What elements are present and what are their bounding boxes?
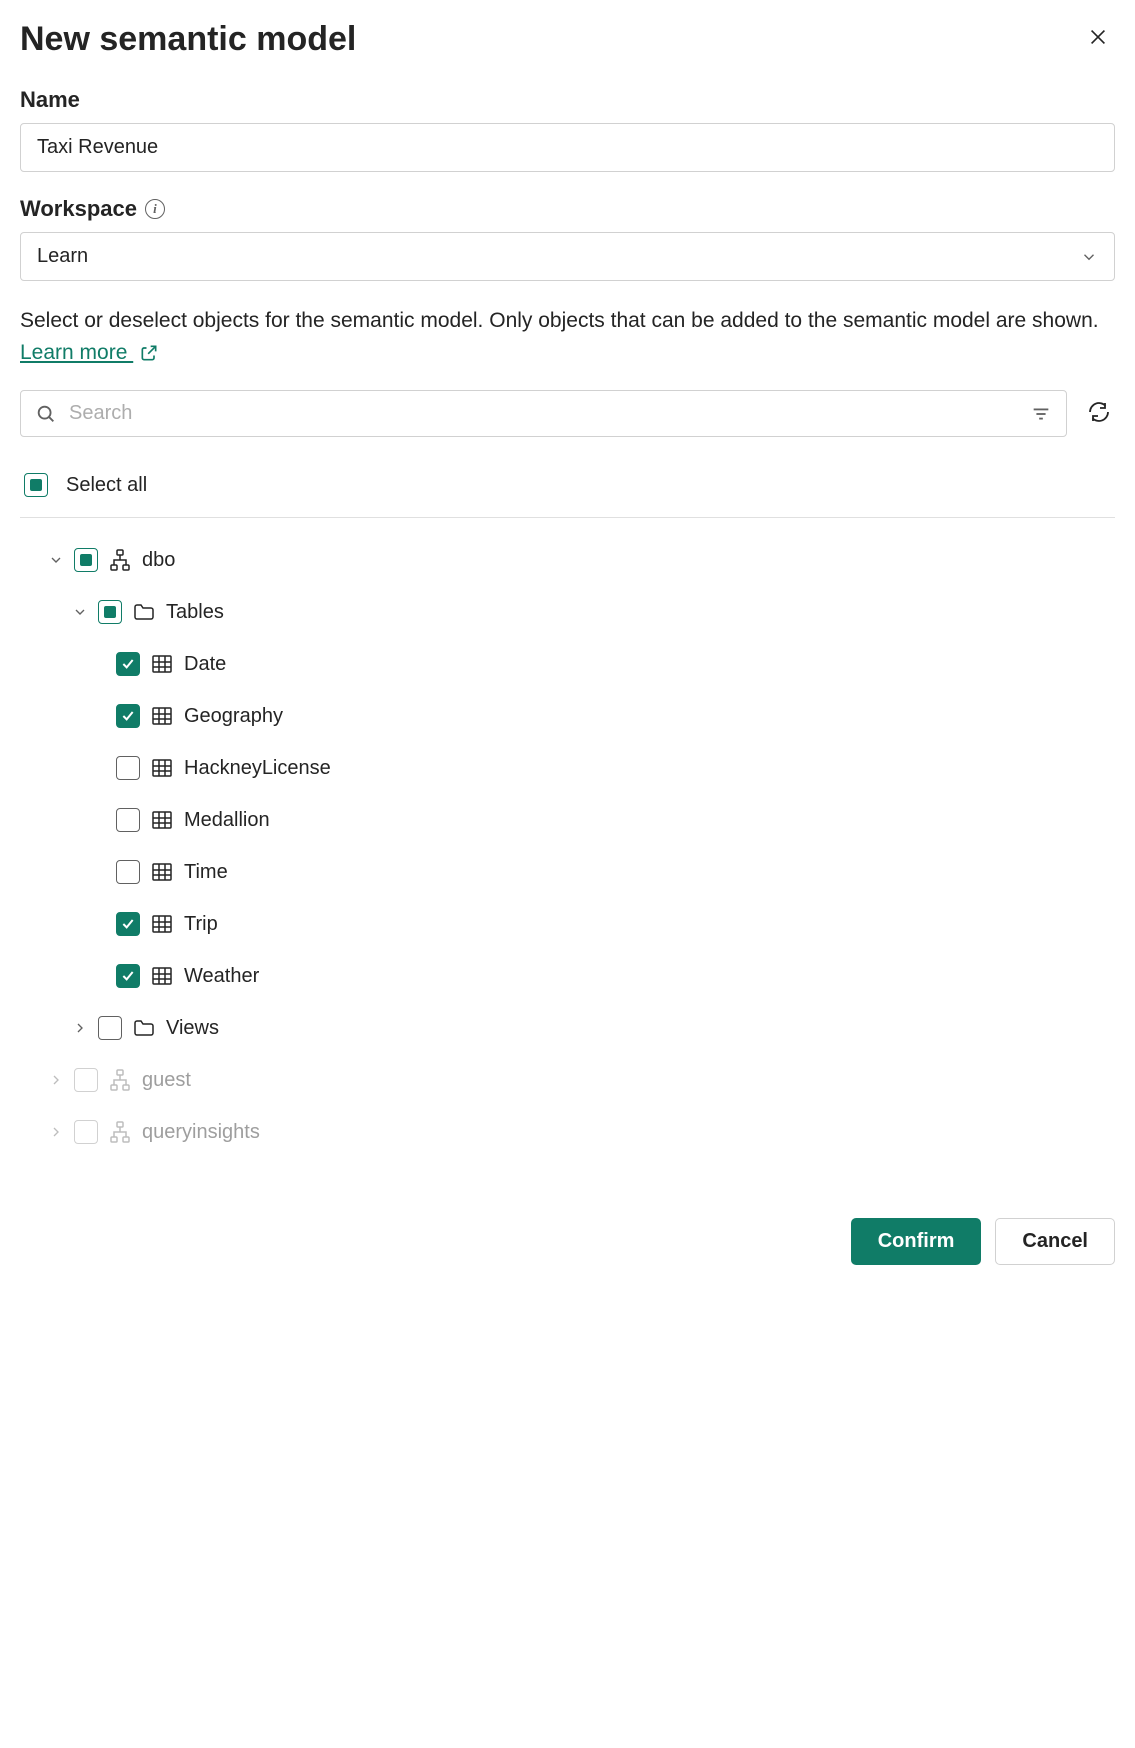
checkbox-table[interactable] xyxy=(116,756,140,780)
tree-node-queryinsights[interactable]: queryinsights xyxy=(20,1106,1115,1158)
table-icon xyxy=(150,860,174,884)
description-text: Select or deselect objects for the seman… xyxy=(20,305,1115,368)
tree-label: Views xyxy=(166,1017,219,1040)
schema-icon xyxy=(108,548,132,572)
checkbox-dbo[interactable] xyxy=(74,548,98,572)
confirm-button[interactable]: Confirm xyxy=(851,1218,982,1265)
select-all-checkbox[interactable] xyxy=(24,473,48,497)
checkbox-table[interactable] xyxy=(116,860,140,884)
table-icon xyxy=(150,704,174,728)
workspace-select[interactable]: Learn xyxy=(20,232,1115,281)
search-input[interactable] xyxy=(67,401,1020,426)
workspace-value: Learn xyxy=(37,245,88,268)
table-icon xyxy=(150,756,174,780)
tree-node-table[interactable]: Weather xyxy=(20,950,1115,1002)
table-icon xyxy=(150,912,174,936)
tree-label: Tables xyxy=(166,601,224,624)
folder-icon xyxy=(132,600,156,624)
tree-label: Time xyxy=(184,861,228,884)
tree-label: Weather xyxy=(184,965,259,988)
checkbox-views[interactable] xyxy=(98,1016,122,1040)
learn-more-link[interactable]: Learn more xyxy=(20,341,133,364)
tree-node-table[interactable]: HackneyLicense xyxy=(20,742,1115,794)
table-icon xyxy=(150,652,174,676)
checkbox-table[interactable] xyxy=(116,808,140,832)
folder-icon xyxy=(132,1016,156,1040)
schema-icon xyxy=(108,1068,132,1092)
tree-label: HackneyLicense xyxy=(184,757,331,780)
tree-node-table[interactable]: Trip xyxy=(20,898,1115,950)
chevron-down-icon xyxy=(1080,248,1098,266)
chevron-right-icon[interactable] xyxy=(48,1072,64,1088)
name-input[interactable] xyxy=(20,123,1115,172)
tree-label: Medallion xyxy=(184,809,270,832)
tree-label: queryinsights xyxy=(142,1121,260,1144)
chevron-right-icon[interactable] xyxy=(48,1124,64,1140)
refresh-icon xyxy=(1087,400,1111,424)
external-link-icon xyxy=(139,343,159,363)
search-box[interactable] xyxy=(20,390,1067,437)
tree-label: dbo xyxy=(142,549,175,572)
info-icon[interactable]: i xyxy=(145,199,165,219)
select-all-label: Select all xyxy=(66,474,147,497)
chevron-right-icon[interactable] xyxy=(72,1020,88,1036)
workspace-label: Workspace xyxy=(20,196,137,222)
tree-node-tables[interactable]: Tables xyxy=(20,586,1115,638)
search-icon xyxy=(35,403,57,425)
chevron-down-icon[interactable] xyxy=(72,604,88,620)
checkbox-table[interactable] xyxy=(116,964,140,988)
checkbox-guest[interactable] xyxy=(74,1068,98,1092)
tree-label: Date xyxy=(184,653,226,676)
checkbox-tables[interactable] xyxy=(98,600,122,624)
checkbox-queryinsights[interactable] xyxy=(74,1120,98,1144)
tree-node-views[interactable]: Views xyxy=(20,1002,1115,1054)
table-icon xyxy=(150,964,174,988)
checkbox-table[interactable] xyxy=(116,912,140,936)
checkbox-table[interactable] xyxy=(116,652,140,676)
checkbox-table[interactable] xyxy=(116,704,140,728)
tree-node-guest[interactable]: guest xyxy=(20,1054,1115,1106)
tree-node-table[interactable]: Date xyxy=(20,638,1115,690)
tree-node-table[interactable]: Geography xyxy=(20,690,1115,742)
close-button[interactable] xyxy=(1081,20,1115,57)
refresh-button[interactable] xyxy=(1083,396,1115,431)
table-icon xyxy=(150,808,174,832)
tree-label: guest xyxy=(142,1069,191,1092)
filter-icon[interactable] xyxy=(1030,403,1052,425)
name-label: Name xyxy=(20,87,1115,113)
close-icon xyxy=(1087,26,1109,48)
tree-node-table[interactable]: Medallion xyxy=(20,794,1115,846)
tree-label: Trip xyxy=(184,913,218,936)
schema-icon xyxy=(108,1120,132,1144)
chevron-down-icon[interactable] xyxy=(48,552,64,568)
dialog-title: New semantic model xyxy=(20,20,356,59)
tree-node-table[interactable]: Time xyxy=(20,846,1115,898)
tree-label: Geography xyxy=(184,705,283,728)
tree-node-dbo[interactable]: dbo xyxy=(20,534,1115,586)
cancel-button[interactable]: Cancel xyxy=(995,1218,1115,1265)
